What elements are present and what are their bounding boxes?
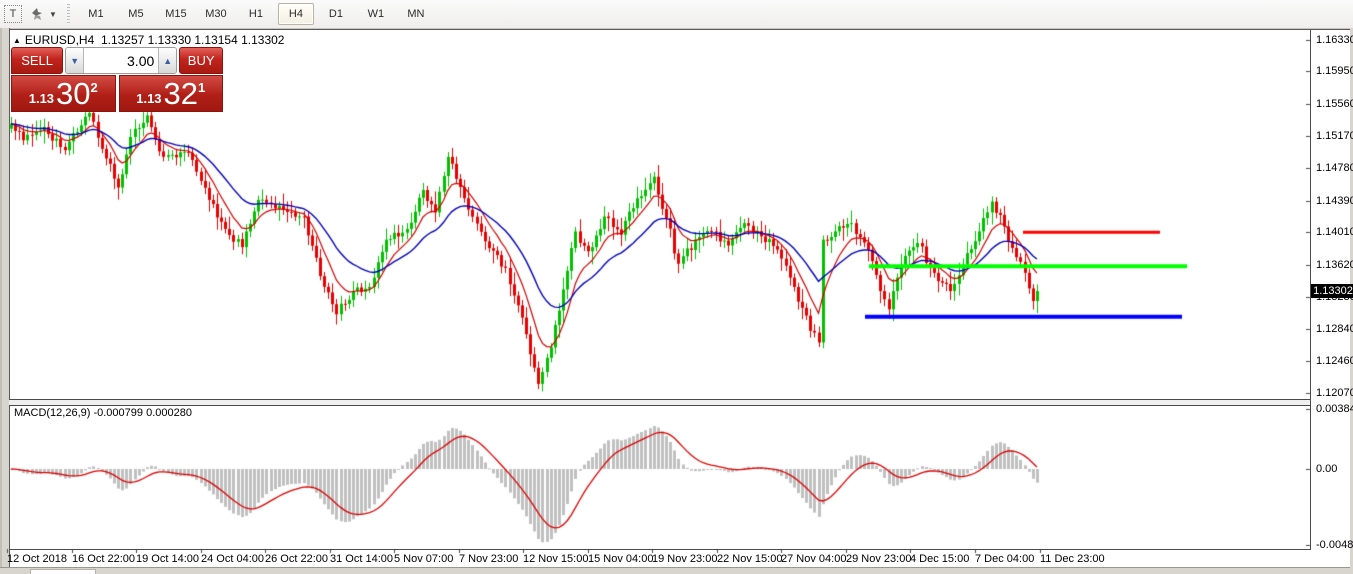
price-scale-label: 1.13620 [1316,259,1353,271]
time-scale-label: 12 Oct 2018 [7,553,67,565]
horizontal-scrollbar[interactable] [30,569,96,574]
volume-decrease-icon[interactable]: ▼ [66,48,84,73]
time-scale-label: 22 Nov 15:00 [717,553,782,565]
sell-price-display[interactable]: 1.13 30 2 [11,75,116,112]
one-click-trading-panel: SELL ▼ ▲ BUY 1.13 30 2 1.13 32 1 [11,47,223,112]
time-scale-label: 31 Oct 14:00 [330,553,393,565]
sell-price-pip: 2 [91,80,98,95]
price-scale-label: 1.14390 [1316,195,1353,207]
symbol-marker-icon: ▲ [13,36,21,45]
time-scale-label: 19 Nov 23:00 [652,553,717,565]
buy-price-prefix: 1.13 [136,91,161,106]
sell-button[interactable]: SELL [11,47,63,74]
macd-scale-label: -0.004856 [1316,539,1353,551]
price-scale-label: 1.15170 [1316,130,1353,142]
time-scale-label: 5 Nov 07:00 [394,553,453,565]
price-scale-label: 1.12070 [1316,387,1353,399]
price-scale-label: 1.12840 [1316,323,1353,335]
time-scale-label: 24 Oct 04:00 [201,553,264,565]
time-scale-label: 7 Dec 04:00 [975,553,1034,565]
macd-bottom-border [9,549,1310,550]
time-scale-label: 12 Nov 15:00 [523,553,588,565]
chart-title: ▲ EURUSD,H4 1.13257 1.13330 1.13154 1.133… [13,33,284,47]
time-scale-label: 4 Dec 15:00 [910,553,969,565]
time-scale-label: 11 Dec 23:00 [1040,553,1105,565]
time-scale-label: 26 Oct 22:00 [265,553,328,565]
price-scale-label: 1.15950 [1316,65,1353,77]
sell-price-main: 30 [56,79,90,109]
buy-price-main: 32 [164,79,198,109]
current-price-tag: 1.13302 [1311,284,1353,298]
pane-divider[interactable] [9,399,1310,406]
price-scale-label: 1.14780 [1316,162,1353,174]
time-scale-label: 16 Oct 22:00 [72,553,135,565]
buy-price-display[interactable]: 1.13 32 1 [119,75,224,112]
time-scale-label: 19 Oct 14:00 [136,553,199,565]
volume-stepper: ▼ ▲ [65,47,177,74]
volume-input[interactable] [84,48,158,73]
sell-price-prefix: 1.13 [29,91,54,106]
time-scale-label: 27 Nov 04:00 [781,553,846,565]
mt4-window: T ▼ M1M5M15M30H1H4D1W1MN ▲EURUSD,H4 1.13… [0,0,1353,574]
time-scale-label: 29 Nov 23:00 [846,553,911,565]
time-scale-label: 7 Nov 23:00 [459,553,518,565]
bottom-window-edge [0,567,1353,574]
price-scale-label: 1.12460 [1316,355,1353,367]
price-scale-label: 1.16330 [1316,34,1353,46]
ohlc-values: 1.13257 1.13330 1.13154 1.13302 [101,33,285,47]
macd-indicator-label: MACD(12,26,9) -0.000799 0.000280 [14,407,192,419]
price-scale-label: 1.14010 [1316,226,1353,238]
macd-scale-label: 0.003847 [1316,403,1353,415]
volume-increase-icon[interactable]: ▲ [158,48,176,73]
symbol-period-label: EURUSD,H4 [25,33,94,47]
time-scale-label: 15 Nov 04:00 [588,553,653,565]
macd-scale-label: 0.00 [1316,463,1337,475]
price-scale-label: 1.15560 [1316,98,1353,110]
buy-button[interactable]: BUY [179,47,223,74]
buy-price-pip: 1 [198,80,205,95]
